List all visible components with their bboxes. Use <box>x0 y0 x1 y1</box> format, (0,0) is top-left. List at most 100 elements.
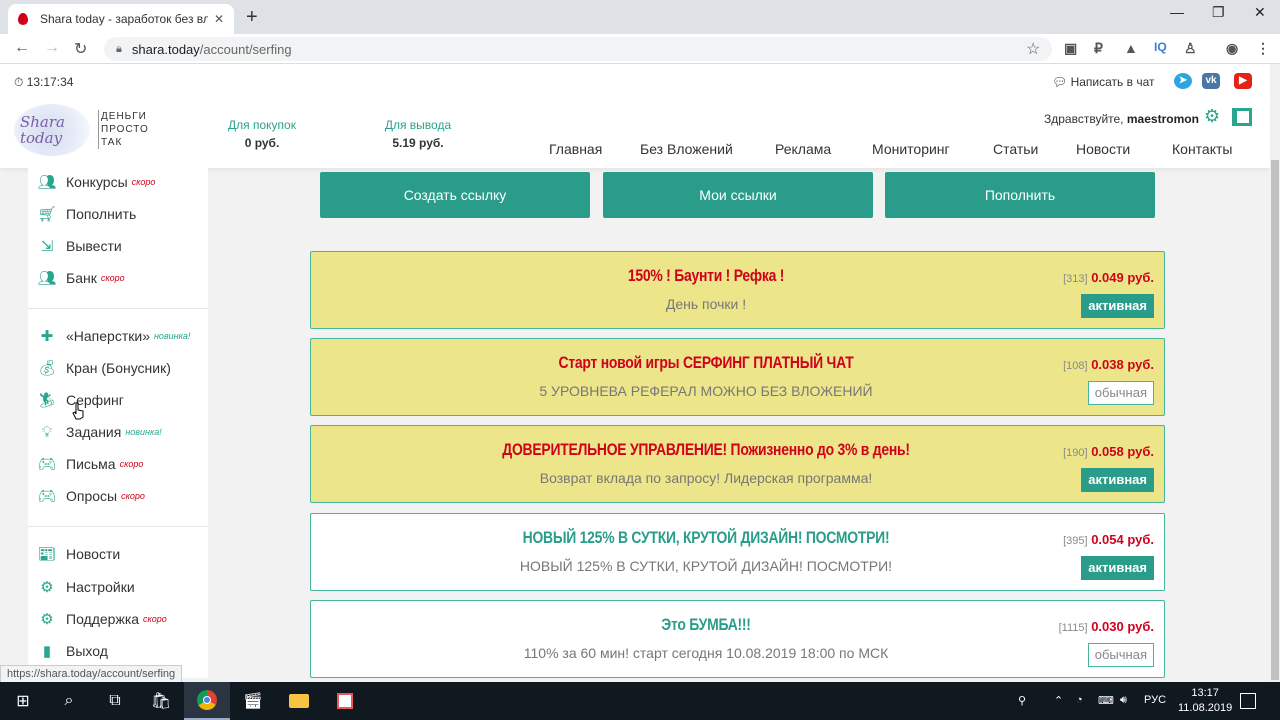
tab-title: Shara today - заработок без вл <box>40 12 208 26</box>
surfing-link-card[interactable]: НОВЫЙ 125% В СУТКИ, КРУТОЙ ДИЗАЙН! ПОСМО… <box>310 513 1165 591</box>
nav-home[interactable]: Главная <box>549 141 602 157</box>
nav-articles[interactable]: Статьи <box>993 141 1038 157</box>
site-header: Shara today ДЕНЬГИ ПРОСТО ТАК Для покупо… <box>0 98 1270 168</box>
link-title[interactable]: ДОВЕРИТЕЛЬНОЕ УПРАВЛЕНИЕ! Пожизненно до … <box>382 440 1030 460</box>
back-icon[interactable]: ← <box>14 39 30 57</box>
youtube-icon[interactable]: ▶ <box>1234 73 1252 89</box>
chrome-icon[interactable] <box>184 682 230 720</box>
volume-icon[interactable]: 🔊︎ <box>1120 694 1127 707</box>
site-logo[interactable]: Shara today <box>14 104 90 156</box>
sidebar-item-letters[interactable]: 🎮︎ Письма скоро <box>36 454 143 474</box>
address-bar[interactable]: 🔒︎ shara.today/account/serfing <box>104 37 1052 61</box>
keyboard-icon[interactable]: ⌨ <box>1098 694 1114 707</box>
sidebar-item-label: Поддержка <box>66 611 140 627</box>
status-badge: активная <box>1081 294 1154 318</box>
profile-icon[interactable]: ◉ <box>1226 40 1238 57</box>
sidebar-item-thimbles[interactable]: ✚ «Наперстки» новинка! <box>36 326 191 346</box>
status-badge: обычная <box>1087 643 1154 667</box>
nav-contacts[interactable]: Контакты <box>1172 141 1232 157</box>
status-badge: активная <box>1081 468 1154 492</box>
sidebar-item-label: Кран (Бонусник) <box>66 360 171 376</box>
price-value: 0.049 руб. <box>1091 270 1154 285</box>
soon-tag: скоро <box>119 459 144 469</box>
search-icon[interactable]: ⌕ <box>46 682 92 720</box>
warning-extension-icon[interactable]: ▲ <box>1124 40 1138 56</box>
status-badge: обычная <box>1087 381 1154 405</box>
url-host: shara.today <box>131 41 200 57</box>
bank-icon: 👥︎ <box>37 270 57 287</box>
sidebar-item-bank[interactable]: 👥︎ Банк скоро <box>36 268 125 288</box>
iq-extension-icon[interactable]: IQ <box>1154 40 1167 54</box>
video-editor-icon[interactable]: 🎬︎ <box>230 682 276 720</box>
news-icon: 📰︎ <box>37 546 57 563</box>
link-title[interactable]: Это БУМБА!!! <box>382 615 1030 635</box>
sidebar-item-tasks[interactable]: 💡︎ Задания новинка! <box>36 422 162 442</box>
reload-icon[interactable]: ↻ <box>74 39 87 59</box>
sidebar-item-support[interactable]: ⚙ Поддержка скоро <box>36 609 167 629</box>
taskbar-clock[interactable]: 13:17 11.08.2019 <box>1178 686 1232 716</box>
wifi-icon[interactable]: ◔ <box>1076 694 1083 706</box>
soon-tag: скоро <box>143 614 167 624</box>
store-icon[interactable]: 🛍︎ <box>138 682 184 720</box>
surfing-link-card[interactable]: Старт новой игры СЕРФИНГ ПЛАТНЫЙ ЧАТ 5 У… <box>310 338 1165 416</box>
logout-icon[interactable] <box>1232 108 1252 126</box>
browser-tab[interactable]: Shara today - заработок без вл ✕ <box>8 4 234 34</box>
link-title[interactable]: 150% ! Баунти ! Рефка ! <box>382 266 1030 286</box>
file-explorer-icon[interactable] <box>276 682 322 720</box>
browser-menu-icon[interactable]: ⋮ <box>1256 40 1270 57</box>
nav-advertising[interactable]: Реклама <box>775 141 831 157</box>
slogan-line: ПРОСТО <box>101 124 149 135</box>
tray-arrow-icon[interactable]: ⌃ <box>1054 694 1063 707</box>
surfing-link-card[interactable]: ДОВЕРИТЕЛЬНОЕ УПРАВЛЕНИЕ! Пожизненно до … <box>310 425 1165 503</box>
settings-gear-icon[interactable]: ⚙ <box>1204 106 1220 127</box>
topup-button[interactable]: Пополнить <box>885 172 1155 218</box>
maximize-icon[interactable]: ❐ <box>1212 4 1225 21</box>
sidebar-item-logout[interactable]: ▮ Выход <box>36 641 108 661</box>
sidebar-item-withdraw[interactable]: ⇲ Вывести <box>36 236 122 256</box>
view-count: [313] <box>1063 273 1088 285</box>
notifications-icon[interactable] <box>1240 693 1256 709</box>
surfing-link-card[interactable]: 150% ! Баунти ! Рефка ! День почки ! [31… <box>310 251 1165 329</box>
create-link-button[interactable]: Создать ссылку <box>320 172 590 218</box>
nav-no-investment[interactable]: Без Вложений <box>640 141 733 157</box>
puzzle-icon: ✚ <box>40 328 54 345</box>
start-icon[interactable]: ⊞ <box>0 682 46 720</box>
sidebar-item-label: Новости <box>66 546 121 562</box>
people-icon[interactable]: ⚲ <box>1018 694 1026 707</box>
sidebar-item-news[interactable]: 📰︎ Новости <box>36 544 120 564</box>
sidebar-item-faucet[interactable]: 💰︎ Кран (Бонусник) <box>36 358 171 378</box>
sidebar-item-label: Опросы <box>66 488 118 504</box>
telegram-icon[interactable]: ➤ <box>1174 73 1192 89</box>
link-title[interactable]: НОВЫЙ 125% В СУТКИ, КРУТОЙ ДИЗАЙН! ПОСМО… <box>382 528 1030 548</box>
username[interactable]: maestromon <box>1127 112 1199 126</box>
close-window-icon[interactable]: ✕ <box>1254 4 1266 21</box>
soon-tag: скоро <box>100 273 125 283</box>
chat-link[interactable]: 💬︎ Написать в чат <box>1052 75 1154 89</box>
surfing-link-card[interactable]: Это БУМБА!!! 110% за 60 мин! старт сегод… <box>310 600 1165 678</box>
sidebar-item-deposit[interactable]: 🛒︎ Пополнить <box>36 204 136 224</box>
extension-icon[interactable]: ▣ <box>1064 40 1077 57</box>
site-favicon-icon <box>18 13 28 25</box>
link-price: [1115] 0.030 руб. <box>1059 619 1154 634</box>
scrollbar-thumb[interactable] <box>1271 160 1279 680</box>
link-subtitle: НОВЫЙ 125% В СУТКИ, КРУТОЙ ДИЗАЙН! ПОСМО… <box>519 558 893 574</box>
sidebar-item-contests[interactable]: 👥︎ Конкурсы скоро <box>36 172 155 192</box>
app-icon[interactable] <box>322 682 368 720</box>
new-tab-icon[interactable]: + <box>246 6 258 29</box>
close-tab-icon[interactable]: ✕ <box>214 12 224 26</box>
language-indicator[interactable]: РУС <box>1144 694 1166 706</box>
nav-monitoring[interactable]: Мониторинг <box>872 141 950 157</box>
nav-news[interactable]: Новости <box>1076 141 1130 157</box>
task-view-icon[interactable]: ⧉ <box>92 682 138 720</box>
vk-icon[interactable]: vk <box>1202 73 1220 89</box>
page-scrollbar[interactable] <box>1270 64 1280 682</box>
bookmark-star-icon[interactable]: ☆ <box>1026 39 1040 59</box>
minimize-icon[interactable]: — <box>1170 4 1184 20</box>
forward-icon[interactable]: → <box>44 39 60 57</box>
ruble-extension-icon[interactable]: ₽ <box>1094 40 1103 57</box>
person-extension-icon[interactable]: ♙ <box>1184 40 1197 57</box>
link-title[interactable]: Старт новой игры СЕРФИНГ ПЛАТНЫЙ ЧАТ <box>382 353 1030 373</box>
sidebar-item-surveys[interactable]: 🎮︎ Опросы скоро <box>36 486 144 506</box>
my-links-button[interactable]: Мои ссылки <box>603 172 873 218</box>
sidebar-item-settings[interactable]: ⚙ Настройки <box>36 577 134 597</box>
